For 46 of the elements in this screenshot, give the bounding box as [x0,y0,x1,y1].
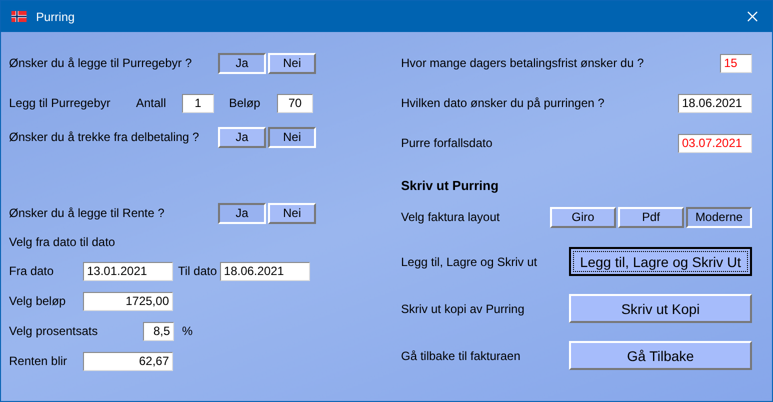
section-heading: Skriv ut Purring [401,178,499,192]
amount-label: Beløp [229,96,262,110]
layout-label: Velg faktura layout [401,210,500,224]
date-range-label: Velg fra dato til dato [9,235,116,249]
close-icon[interactable] [747,11,758,22]
action-button[interactable]: Legg til, Lagre og Skriv Ut [569,247,752,276]
rate-label: Velg prosentsats [9,324,99,338]
percent-label: % [182,324,193,338]
from-date-field[interactable]: 13.01.2021 [83,262,173,280]
toggle-button[interactable]: Nei [268,202,316,224]
interest-field[interactable]: 62,67 [83,352,173,370]
setting-label: Hvor mange dagers betalingsfrist ønsker du ? [401,56,644,70]
to-date-label: Til dato [178,264,217,278]
toggle-button[interactable]: Ja [218,52,266,74]
action-label: Skriv ut kopi av Purring [401,302,524,316]
question-label: Ønsker du å trekke fra delbetaling ? [9,130,200,144]
count-field[interactable]: 1 [182,94,214,112]
action-label: Legg til, Lagre og Skriv ut [401,254,538,268]
toggle-button[interactable]: Nei [268,52,316,74]
action-button[interactable]: Skriv ut Kopi [569,294,752,323]
fee-amount-field[interactable]: 70 [277,94,313,112]
amount-label: Velg beløp [9,294,67,308]
toggle-button[interactable]: Ja [218,202,266,224]
action-label: Gå tilbake til fakturaen [401,348,520,362]
to-date-field[interactable]: 18.06.2021 [220,262,310,280]
from-date-label: Fra dato [9,264,55,278]
flag-icon [11,11,27,22]
rate-field[interactable]: 8,5 [143,322,174,340]
action-button[interactable]: Gå Tilbake [569,341,752,370]
question-label: Ønsker du å legge til Purregebyr ? [9,56,193,70]
count-label: Antall [136,96,168,110]
setting-field[interactable]: 03.07.2021 [678,134,752,152]
window-title: Purring [36,10,75,24]
setting-field[interactable]: 18.06.2021 [678,94,752,112]
interest-label: Renten blir [9,354,68,368]
toggle-button[interactable]: Ja [218,126,266,148]
fee-label: Legg til Purregebyr [9,96,112,110]
layout-button[interactable]: Pdf [618,206,684,228]
layout-button[interactable]: Giro [550,206,616,228]
toggle-button[interactable]: Nei [268,126,316,148]
question-label: Ønsker du å legge til Rente ? [9,206,166,220]
amount-field[interactable]: 1725,00 [83,292,173,310]
setting-label: Hvilken dato ønsker du på purringen ? [401,96,604,110]
setting-label: Purre forfallsdato [401,136,492,150]
layout-button[interactable]: Moderne [686,206,752,228]
setting-field[interactable]: 15 [720,54,752,72]
